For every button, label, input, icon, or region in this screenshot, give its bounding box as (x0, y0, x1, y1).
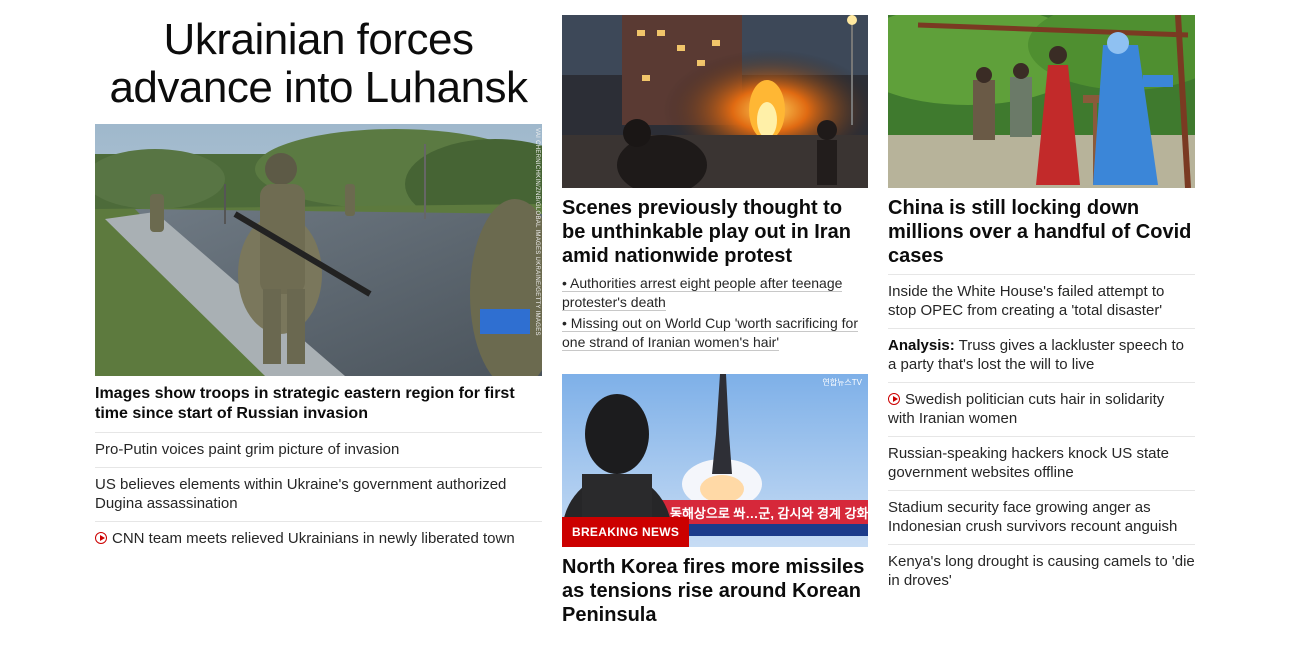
related-link-text[interactable]: Pro-Putin voices paint grim picture of i… (95, 441, 399, 458)
play-video-icon (888, 393, 900, 405)
troops-photo[interactable]: VAI CHERNICHKIN/ZNB/GLOBAL IMAGES UKRAIN… (95, 124, 542, 376)
analysis-label: Analysis: (888, 337, 955, 354)
troops-photo-svg (95, 124, 542, 376)
related-links-list: Pro-Putin voices paint grim picture of i… (95, 432, 542, 556)
iran-protest-photo-svg (562, 15, 868, 188)
story-link[interactable]: Kenya's long drought is causing camels t… (888, 544, 1195, 598)
story-link-text[interactable]: Inside the White House's failed attempt … (888, 283, 1164, 319)
related-link-text[interactable]: US believes elements within Ukraine's go… (95, 476, 506, 512)
north-korea-headline[interactable]: North Korea fires more missiles as tensi… (562, 555, 868, 627)
iran-bullet[interactable]: • Authorities arrest eight people after … (562, 274, 868, 312)
photo-credit: VAI CHERNICHKIN/ZNB/GLOBAL IMAGES UKRAIN… (534, 128, 540, 336)
related-link[interactable]: CNN team meets relieved Ukrainians in ne… (95, 521, 542, 556)
iran-headline[interactable]: Scenes previously thought to be unthinka… (562, 196, 868, 268)
story-link[interactable]: Analysis: Truss gives a lackluster speec… (888, 328, 1195, 382)
story-link-text[interactable]: Kenya's long drought is causing camels t… (888, 553, 1195, 589)
story-link[interactable]: Stadium security face growing anger as I… (888, 490, 1195, 544)
iran-bullet-text[interactable]: • Missing out on World Cup 'worth sacrif… (562, 315, 858, 351)
top-stories-list: Inside the White House's failed attempt … (888, 274, 1195, 598)
north-korea-photo[interactable]: 연합뉴스TV 동해상으로 쏴…군, 감시와 경계 강화 BREAKING NEW… (562, 374, 868, 547)
related-link-text[interactable]: CNN team meets relieved Ukrainians in ne… (112, 530, 515, 547)
iran-bullet-text[interactable]: • Authorities arrest eight people after … (562, 275, 843, 311)
related-link[interactable]: US believes elements within Ukraine's go… (95, 467, 542, 521)
tv-logo: 연합뉴스TV (822, 378, 862, 387)
story-link[interactable]: Inside the White House's failed attempt … (888, 274, 1195, 328)
story-link-text[interactable]: Russian-speaking hackers knock US state … (888, 445, 1169, 481)
middle-column: Scenes previously thought to be unthinka… (562, 0, 868, 633)
tv-caption: 동해상으로 쏴…군, 감시와 경계 강화 (670, 506, 868, 521)
china-covid-photo-svg (888, 15, 1195, 188)
troops-headline[interactable]: Images show troops in strategic eastern … (95, 384, 542, 424)
china-headline[interactable]: China is still locking down millions ove… (888, 196, 1195, 268)
story-link-text[interactable]: Stadium security face growing anger as I… (888, 499, 1177, 535)
right-column: China is still locking down millions ove… (888, 0, 1195, 598)
story-link[interactable]: Swedish politician cuts hair in solidari… (888, 382, 1195, 436)
breaking-news-badge: BREAKING NEWS (562, 517, 690, 547)
lead-story-title[interactable]: Ukrainian forces advance into Luhansk (95, 16, 542, 112)
play-video-icon (95, 532, 107, 544)
story-link[interactable]: Russian-speaking hackers knock US state … (888, 436, 1195, 490)
iran-protest-photo[interactable] (562, 15, 868, 188)
china-covid-photo[interactable] (888, 15, 1195, 188)
story-link-text[interactable]: Swedish politician cuts hair in solidari… (888, 391, 1164, 427)
iran-bullet[interactable]: • Missing out on World Cup 'worth sacrif… (562, 314, 868, 352)
related-link[interactable]: Pro-Putin voices paint grim picture of i… (95, 432, 542, 467)
lead-story-column: Ukrainian forces advance into Luhansk VA… (95, 0, 542, 556)
